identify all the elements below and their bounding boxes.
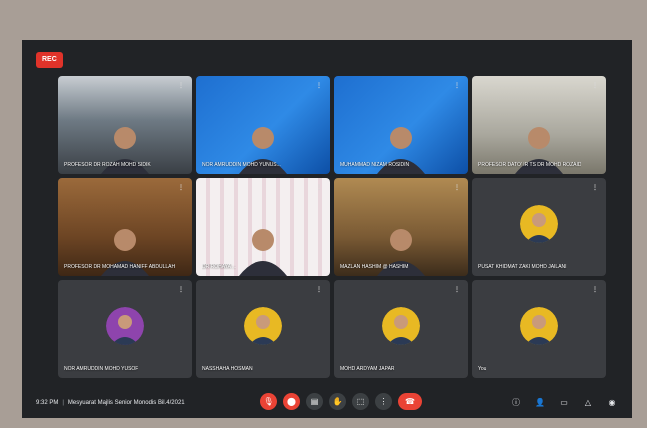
participant-name: MUHAMMAD NIZAM ROSIDIN — [340, 162, 410, 168]
participant-tile[interactable]: ⋮ PUSAT KHIDMAT ZAKI MOHD JAILANI — [472, 178, 606, 276]
participant-tile[interactable]: ⋮ MAZLAN HASHIM @ HASHIM — [334, 178, 468, 276]
meeting-info: 9:32 PM | Mesyuarat Majlis Senior Monodis … — [36, 400, 185, 406]
participant-tile[interactable]: ⋮ NOR AMRUDDIN MOHD YUSOF — [58, 280, 192, 378]
tile-more-icon[interactable]: ⋮ — [592, 286, 598, 293]
tile-more-icon[interactable]: ⋮ — [178, 82, 184, 89]
tile-more-icon[interactable]: ⋮ — [316, 286, 322, 293]
tile-more-icon[interactable]: ⋮ — [316, 184, 322, 191]
tile-more-icon[interactable]: ⋮ — [592, 82, 598, 89]
participant-name: NOR AMRUDDIN MOHD YUNUS... — [202, 162, 281, 168]
participant-name: NOR AMRUDDIN MOHD YUSOF — [64, 366, 139, 372]
participant-tile[interactable]: ⋮ MOHD ARDYAM JAPAR — [334, 280, 468, 378]
avatar — [106, 307, 144, 345]
chat-icon[interactable]: ▭ — [558, 396, 570, 408]
captions-icon: ▤ — [310, 397, 319, 406]
host-controls-icon[interactable]: ◉ — [606, 396, 618, 408]
side-panel-controls: ⓘ 👤 ▭ △ ◉ — [510, 396, 618, 408]
tile-more-icon[interactable]: ⋮ — [592, 184, 598, 191]
present-icon: ⬚ — [356, 397, 365, 406]
meet-window: REC ⋮ PROFESOR DR ROZAH MOHD SIDIK ⋮ NOR AM… — [22, 40, 632, 418]
raise-hand-button[interactable]: ✋ — [329, 393, 346, 410]
clock: 9:32 PM — [36, 400, 59, 406]
tile-more-icon[interactable]: ⋮ — [178, 286, 184, 293]
present-button[interactable]: ⬚ — [352, 393, 369, 410]
meeting-title: Mesyuarat Majlis Senior Monodis Bil.4/20… — [67, 400, 185, 406]
participant-grid: ⋮ PROFESOR DR ROZAH MOHD SIDIK ⋮ NOR AMRUDD… — [58, 76, 606, 378]
camera-off-button[interactable]: ⬤ — [283, 393, 300, 410]
camera-off-icon: ⬤ — [287, 397, 296, 406]
participant-tile[interactable]: ⋮ You — [472, 280, 606, 378]
tile-more-icon[interactable]: ⋮ — [454, 286, 460, 293]
participant-name: DR ROHAYA ... — [202, 264, 237, 270]
participant-name: MOHD ARDYAM JAPAR — [340, 366, 395, 372]
participant-name: MAZLAN HASHIM @ HASHIM — [340, 264, 409, 270]
participant-name: PUSAT KHIDMAT ZAKI MOHD JAILANI — [478, 264, 567, 270]
more-options-icon: ⋮ — [379, 397, 388, 406]
avatar — [520, 205, 558, 243]
tile-more-icon[interactable]: ⋮ — [316, 82, 322, 89]
captions-button[interactable]: ▤ — [306, 393, 323, 410]
mic-off-icon: 🎙 — [263, 397, 274, 406]
raise-hand-icon: ✋ — [332, 397, 343, 406]
video-feed — [233, 216, 293, 276]
more-options-button[interactable]: ⋮ — [375, 393, 392, 410]
avatar — [382, 307, 420, 345]
separator: | — [62, 400, 64, 406]
participant-tile[interactable]: ⋮ PROFESOR DR ROZAH MOHD SIDIK — [58, 76, 192, 174]
end-call-button[interactable]: ☎ — [398, 393, 422, 410]
tile-more-icon[interactable]: ⋮ — [178, 184, 184, 191]
avatar — [244, 307, 282, 345]
info-icon[interactable]: ⓘ — [510, 396, 522, 408]
end-call-icon: ☎ — [405, 397, 415, 406]
participant-tile[interactable]: ⋮ MUHAMMAD NIZAM ROSIDIN — [334, 76, 468, 174]
participant-tile[interactable]: ⋮ NOR AMRUDDIN MOHD YUNUS... — [196, 76, 330, 174]
participant-name: NASSHAHA HOSMAN — [202, 366, 253, 372]
tile-more-icon[interactable]: ⋮ — [454, 82, 460, 89]
participant-tile[interactable]: ⋮ PROFESOR DATO' IR TS DR MOHD ROZAID — [472, 76, 606, 174]
call-controls: 🎙 ⬤ ▤ ✋ ⬚ ⋮ ☎ — [260, 393, 422, 410]
participant-name: PROFESOR DR ROZAH MOHD SIDIK — [64, 162, 151, 168]
people-icon[interactable]: 👤 — [534, 396, 546, 408]
participant-tile[interactable]: ⋮ DR ROHAYA ... — [196, 178, 330, 276]
avatar — [520, 307, 558, 345]
participant-name: PROFESOR DR MOHAMAD HANIFF ABDULLAH — [64, 264, 176, 270]
tile-more-icon[interactable]: ⋮ — [454, 184, 460, 191]
participant-name: PROFESOR DATO' IR TS DR MOHD ROZAID — [478, 162, 582, 168]
participant-tile[interactable]: ⋮ NASSHAHA HOSMAN — [196, 280, 330, 378]
recording-badge: REC — [36, 52, 63, 68]
participant-name: You — [478, 366, 487, 372]
mic-off-button[interactable]: 🎙 — [260, 393, 277, 410]
activities-icon[interactable]: △ — [582, 396, 594, 408]
participant-tile[interactable]: ⋮ PROFESOR DR MOHAMAD HANIFF ABDULLAH — [58, 178, 192, 276]
